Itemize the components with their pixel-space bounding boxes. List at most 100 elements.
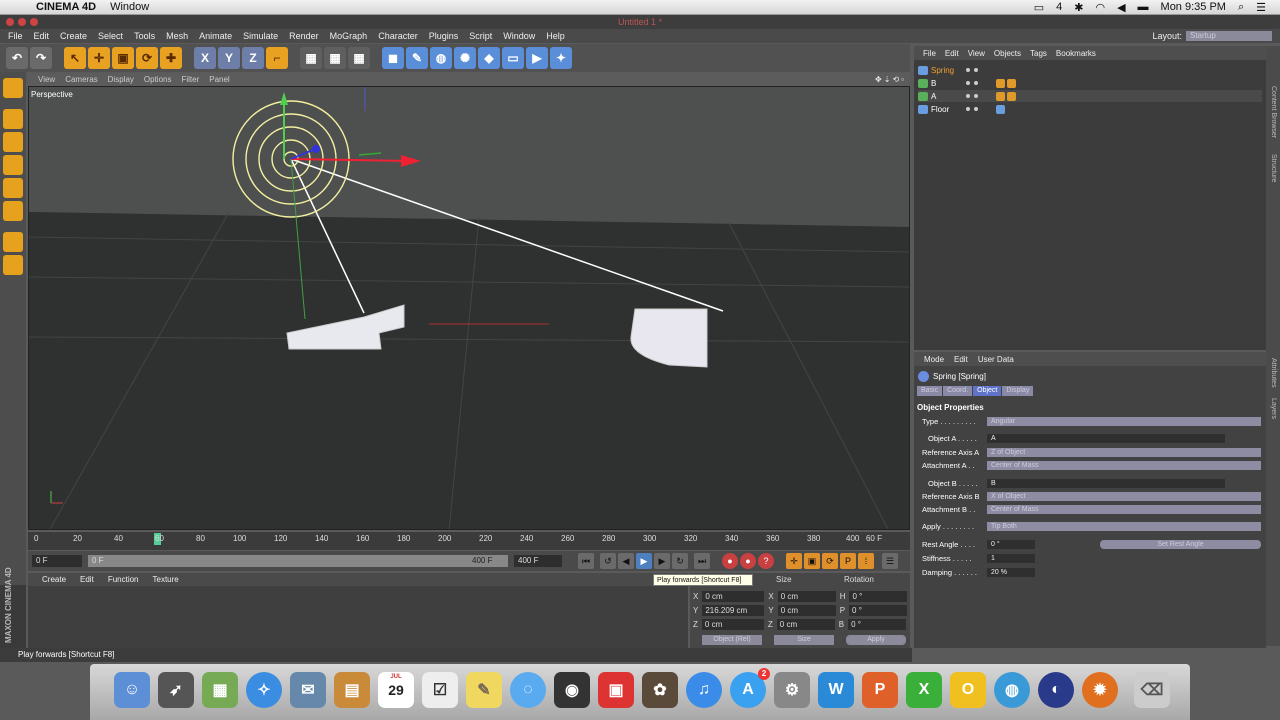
pla-key-icon[interactable]: ⁞	[858, 553, 874, 569]
next-frame-icon[interactable]: ▶	[654, 553, 670, 569]
reminders-icon[interactable]: ☑	[422, 672, 458, 708]
size-z-field[interactable]: 0 cm	[776, 619, 835, 630]
object-tags[interactable]	[996, 104, 1005, 114]
play-forward-icon[interactable]: ▶	[636, 553, 652, 569]
menu-mograph[interactable]: MoGraph	[330, 31, 368, 41]
zoom-window-icon[interactable]	[30, 18, 38, 26]
facetime-icon[interactable]: ◉	[554, 672, 590, 708]
deformer-icon[interactable]: ◆	[478, 47, 500, 69]
volume-icon[interactable]: ◀	[1117, 1, 1125, 14]
om-menu-edit[interactable]: Edit	[945, 49, 959, 58]
reference-axis-a-dropdown[interactable]: Z of Object	[987, 448, 1261, 457]
tab-object[interactable]: Object	[973, 386, 1002, 396]
menu-select[interactable]: Select	[98, 31, 123, 41]
visibility-dots[interactable]	[966, 94, 978, 98]
menu-script[interactable]: Script	[469, 31, 492, 41]
safari-icon[interactable]: ✧	[246, 672, 282, 708]
excel-icon[interactable]: X	[906, 672, 942, 708]
iphoto-icon[interactable]: ✿	[642, 672, 678, 708]
visibility-dots[interactable]	[966, 81, 978, 85]
object-row-a[interactable]: A	[918, 90, 1262, 102]
undo-icon[interactable]: ↶	[6, 47, 28, 69]
object-tags[interactable]	[996, 91, 1016, 101]
position-x-field[interactable]: 0 cm	[702, 591, 765, 602]
cube-icon[interactable]: ◼	[382, 47, 404, 69]
start-frame-field[interactable]: 0 F	[32, 555, 82, 567]
tab-attributes[interactable]: Attributes	[1270, 358, 1277, 388]
material-manager[interactable]	[28, 586, 688, 648]
am-menu-mode[interactable]: Mode	[924, 355, 944, 364]
menu-mesh[interactable]: Mesh	[166, 31, 188, 41]
mission-control-icon[interactable]: ▦	[202, 672, 238, 708]
coordinate-system-icon[interactable]: ⌐	[266, 47, 288, 69]
notes-icon[interactable]: ✎	[466, 672, 502, 708]
object-tags[interactable]	[996, 78, 1016, 88]
move-tool-icon[interactable]: ✛	[88, 47, 110, 69]
tab-structure[interactable]: Structure	[1270, 154, 1277, 182]
go-to-end-icon[interactable]: ⏭	[694, 553, 710, 569]
viewport-menu-cameras[interactable]: Cameras	[65, 75, 97, 84]
edges-mode-icon[interactable]	[3, 178, 23, 198]
parameter-key-icon[interactable]: P	[840, 553, 856, 569]
wifi-icon[interactable]: ◠	[1095, 1, 1105, 14]
calendar-icon[interactable]: JUL 29	[378, 672, 414, 708]
notification-icon[interactable]: ☰	[1256, 1, 1266, 14]
finder-icon[interactable]: ☺	[114, 672, 150, 708]
mac-menu-app[interactable]: CINEMA 4D	[36, 1, 96, 13]
frame-range-slider[interactable]: 0 F	[88, 555, 508, 567]
record-key-icon[interactable]: ●	[722, 553, 738, 569]
scale-key-icon[interactable]: ▣	[804, 553, 820, 569]
contacts-icon[interactable]: ▤	[334, 672, 370, 708]
minimize-window-icon[interactable]	[18, 18, 26, 26]
menu-create[interactable]: Create	[60, 31, 87, 41]
timeline-menu-icon[interactable]: ☰	[882, 553, 898, 569]
app-store-icon[interactable]: A2	[730, 668, 770, 708]
photo-booth-icon[interactable]: ▣	[598, 672, 634, 708]
rest-angle-field[interactable]: 0 °	[987, 540, 1035, 549]
spline-pen-icon[interactable]: ✎	[406, 47, 428, 69]
coord-mode-dropdown[interactable]: Object (Rel)	[702, 635, 762, 645]
om-menu-bookmarks[interactable]: Bookmarks	[1056, 49, 1096, 58]
object-row-floor[interactable]: Floor	[918, 103, 1262, 115]
floor-icon[interactable]: ▭	[502, 47, 524, 69]
word-icon[interactable]: W	[818, 672, 854, 708]
array-icon[interactable]: ✺	[454, 47, 476, 69]
om-menu-objects[interactable]: Objects	[994, 49, 1021, 58]
rotation-b-field[interactable]: 0 °	[848, 619, 907, 630]
close-window-icon[interactable]	[6, 18, 14, 26]
go-to-start-icon[interactable]: ⏮	[578, 553, 594, 569]
redo-icon[interactable]: ↷	[30, 47, 52, 69]
nurbs-icon[interactable]: ◍	[430, 47, 452, 69]
flag-icon[interactable]: ▬	[1138, 1, 1149, 13]
menu-tools[interactable]: Tools	[134, 31, 155, 41]
attachment-b-dropdown[interactable]: Center of Mass	[987, 505, 1261, 514]
texture-mode-icon[interactable]	[3, 132, 23, 152]
render-view-icon[interactable]: ▦	[300, 47, 322, 69]
viewport-nav-icons[interactable]: ✥⇣⟲▫	[875, 75, 906, 84]
menu-file[interactable]: File	[8, 31, 23, 41]
stiffness-field[interactable]: 1	[987, 554, 1035, 563]
next-key-icon[interactable]: ↻	[672, 553, 688, 569]
launchpad-icon[interactable]: ➶	[158, 672, 194, 708]
visibility-dots[interactable]	[966, 68, 978, 72]
end-frame-field[interactable]: 400 F	[514, 555, 562, 567]
axis-mode-icon[interactable]	[3, 232, 23, 252]
menu-window[interactable]: Window	[503, 31, 535, 41]
status-count[interactable]: 4	[1056, 1, 1062, 13]
object-mode-icon[interactable]	[3, 109, 23, 129]
light-icon[interactable]: ✦	[550, 47, 572, 69]
attachment-a-dropdown[interactable]: Center of Mass	[987, 461, 1261, 470]
menu-render[interactable]: Render	[289, 31, 319, 41]
bluetooth-icon[interactable]: ✱	[1074, 1, 1083, 14]
position-key-icon[interactable]: ✛	[786, 553, 802, 569]
keyframe-selection-icon[interactable]: ?	[758, 553, 774, 569]
om-menu-file[interactable]: File	[923, 49, 936, 58]
autokey-icon[interactable]: ●	[740, 553, 756, 569]
viewport[interactable]: Perspective	[28, 86, 910, 530]
position-y-field[interactable]: 216.209 cm	[702, 605, 765, 616]
viewport-menu-display[interactable]: Display	[108, 75, 134, 84]
firefox-icon[interactable]: ✹	[1082, 672, 1118, 708]
rotation-h-field[interactable]: 0 °	[849, 591, 908, 602]
menu-character[interactable]: Character	[378, 31, 418, 41]
clock[interactable]: Mon 9:35 PM	[1161, 1, 1226, 13]
